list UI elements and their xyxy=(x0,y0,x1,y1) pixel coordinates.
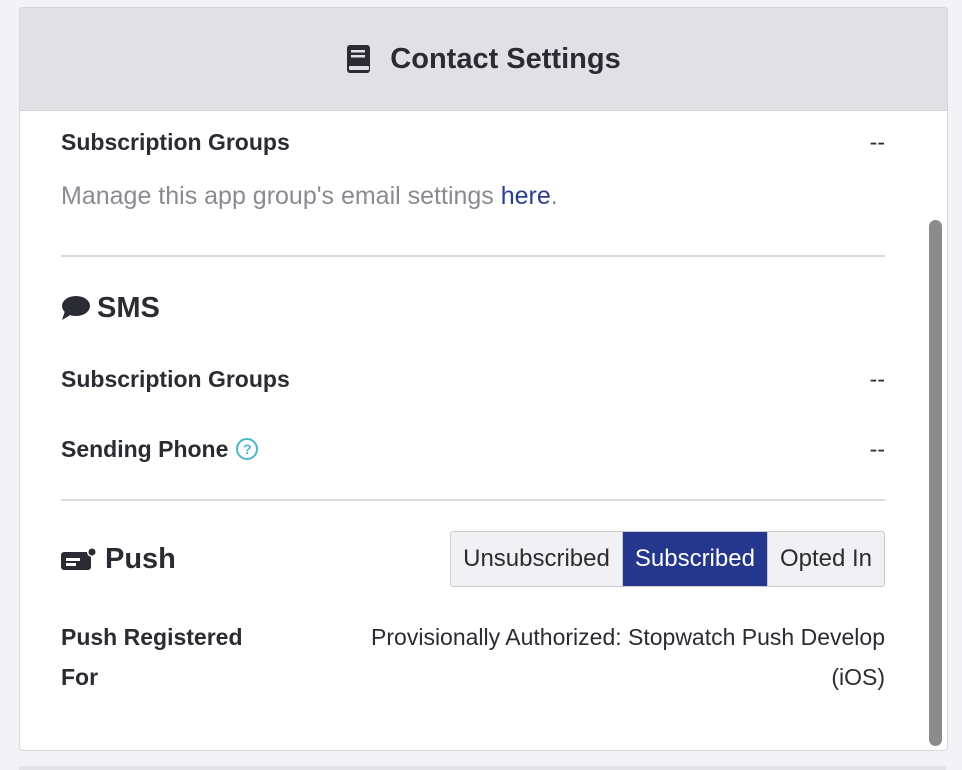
push-registered-label-line1: Push Registered xyxy=(61,624,243,650)
contact-settings-panel: Contact Settings Subscription Groups -- … xyxy=(19,7,948,751)
push-registered-row: Push Registered For Provisionally Author… xyxy=(61,617,885,697)
sms-subscription-groups-label: Subscription Groups xyxy=(61,365,290,392)
sms-section-title: SMS xyxy=(61,283,885,333)
next-panel-edge xyxy=(19,766,946,770)
vertical-scrollbar[interactable] xyxy=(929,220,942,746)
email-subscription-groups-label: Subscription Groups xyxy=(61,128,290,155)
push-title: Push xyxy=(105,542,176,575)
sending-phone-row: Sending Phone ? -- xyxy=(61,419,885,479)
push-registered-value: Provisionally Authorized: Stopwatch Push… xyxy=(371,617,885,697)
subscribed-option[interactable]: Subscribed xyxy=(622,532,768,586)
email-note-text: Manage this app group's email settings xyxy=(61,182,501,210)
page-title: Contact Settings xyxy=(390,42,621,75)
chat-bubble-icon xyxy=(62,296,90,320)
divider xyxy=(61,499,885,501)
opted-in-option[interactable]: Opted In xyxy=(767,532,884,586)
push-card-icon xyxy=(61,547,97,570)
settings-content: Subscription Groups -- Manage this app g… xyxy=(20,112,947,697)
divider xyxy=(61,255,885,257)
sms-subscription-groups-value: -- xyxy=(869,365,885,392)
sending-phone-value: -- xyxy=(869,435,885,462)
push-registered-label-line2: For xyxy=(61,664,99,690)
email-subscription-groups-value: -- xyxy=(869,128,885,155)
push-registered-value-line1: Provisionally Authorized: Stopwatch Push… xyxy=(371,624,885,650)
book-icon xyxy=(347,45,371,73)
push-subscription-toggle: Unsubscribed Subscribed Opted In xyxy=(450,531,885,587)
email-settings-note: Manage this app group's email settings h… xyxy=(61,178,885,228)
push-section-title: Push xyxy=(61,543,176,576)
email-note-suffix: . xyxy=(550,182,558,210)
sms-subscription-groups-row: Subscription Groups -- xyxy=(61,349,885,409)
help-icon[interactable]: ? xyxy=(236,438,259,460)
sending-phone-label: Sending Phone xyxy=(61,435,229,462)
push-registered-label: Push Registered For xyxy=(61,617,243,697)
email-settings-link[interactable]: here xyxy=(501,182,551,210)
unsubscribed-option[interactable]: Unsubscribed xyxy=(451,532,623,586)
push-registered-value-line2: (iOS) xyxy=(831,664,885,690)
sending-phone-label-wrap: Sending Phone ? xyxy=(61,435,259,463)
sms-title: SMS xyxy=(97,291,160,324)
push-header-row: Push Unsubscribed Subscribed Opted In xyxy=(61,531,885,587)
email-subscription-groups-row: Subscription Groups -- xyxy=(61,112,885,172)
panel-header: Contact Settings xyxy=(20,8,947,111)
